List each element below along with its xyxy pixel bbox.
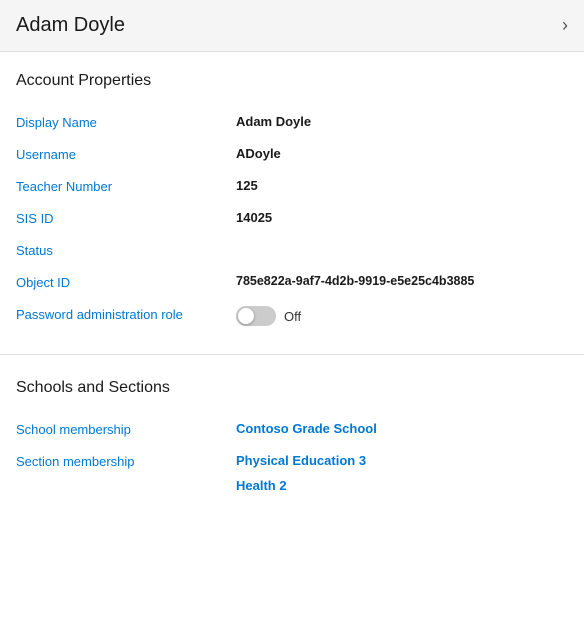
status-label: Status [16, 242, 236, 258]
username-label: Username [16, 146, 236, 162]
section-membership-row: Section membership Physical Education 3 … [16, 445, 568, 501]
section-divider [0, 354, 584, 355]
password-admin-toggle[interactable] [236, 306, 276, 326]
sis-id-row: SIS ID 14025 [16, 202, 568, 234]
status-row: Status [16, 234, 568, 266]
password-admin-role-row: Password administration role Off [16, 298, 568, 334]
school-membership-value[interactable]: Contoso Grade School [236, 421, 377, 436]
section-membership-value-2[interactable]: Health 2 [236, 478, 366, 493]
object-id-value: 785e822a-9af7-4d2b-9919-e5e25c4b3885 [236, 274, 474, 288]
schools-sections-section: Schools and Sections School membership C… [0, 359, 584, 517]
account-properties-section: Account Properties Display Name Adam Doy… [0, 52, 584, 350]
teacher-number-label: Teacher Number [16, 178, 236, 194]
display-name-row: Display Name Adam Doyle [16, 106, 568, 138]
section-membership-values: Physical Education 3 Health 2 [236, 453, 366, 493]
school-membership-label: School membership [16, 421, 236, 437]
teacher-number-value: 125 [236, 178, 258, 193]
section-membership-value-1[interactable]: Physical Education 3 [236, 453, 366, 468]
header: Adam Doyle › [0, 0, 584, 52]
sis-id-label: SIS ID [16, 210, 236, 226]
chevron-right-icon[interactable]: › [562, 15, 568, 36]
display-name-label: Display Name [16, 114, 236, 130]
object-id-row: Object ID 785e822a-9af7-4d2b-9919-e5e25c… [16, 266, 568, 298]
username-row: Username ADoyle [16, 138, 568, 170]
section-membership-label: Section membership [16, 453, 236, 469]
school-membership-row: School membership Contoso Grade School [16, 413, 568, 445]
object-id-label: Object ID [16, 274, 236, 290]
header-title: Adam Doyle [16, 14, 125, 37]
schools-sections-title: Schools and Sections [16, 379, 568, 397]
teacher-number-row: Teacher Number 125 [16, 170, 568, 202]
password-admin-role-label: Password administration role [16, 306, 236, 322]
display-name-value: Adam Doyle [236, 114, 311, 129]
toggle-container: Off [236, 306, 301, 326]
toggle-off-label: Off [284, 309, 301, 324]
username-value: ADoyle [236, 146, 281, 161]
toggle-knob [238, 308, 254, 324]
sis-id-value: 14025 [236, 210, 272, 225]
account-properties-title: Account Properties [16, 72, 568, 90]
